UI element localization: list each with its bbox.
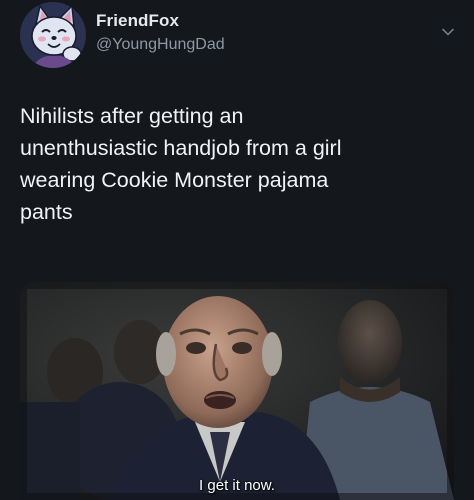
username-handle[interactable]: @YoungHungDad	[96, 36, 225, 54]
tweet-card: FriendFox @YoungHungDad Nihilists after …	[0, 0, 474, 500]
display-name[interactable]: FriendFox	[96, 11, 179, 31]
avatar[interactable]	[20, 2, 86, 68]
fox-avatar-icon	[20, 2, 86, 68]
movie-still-image	[20, 282, 454, 500]
media-caption: I get it now.	[199, 477, 275, 494]
tweet-text: Nihilists after getting an unenthusiasti…	[20, 104, 342, 224]
chevron-down-icon[interactable]	[440, 24, 456, 40]
tweet-media-image[interactable]: I get it now.	[20, 282, 454, 500]
